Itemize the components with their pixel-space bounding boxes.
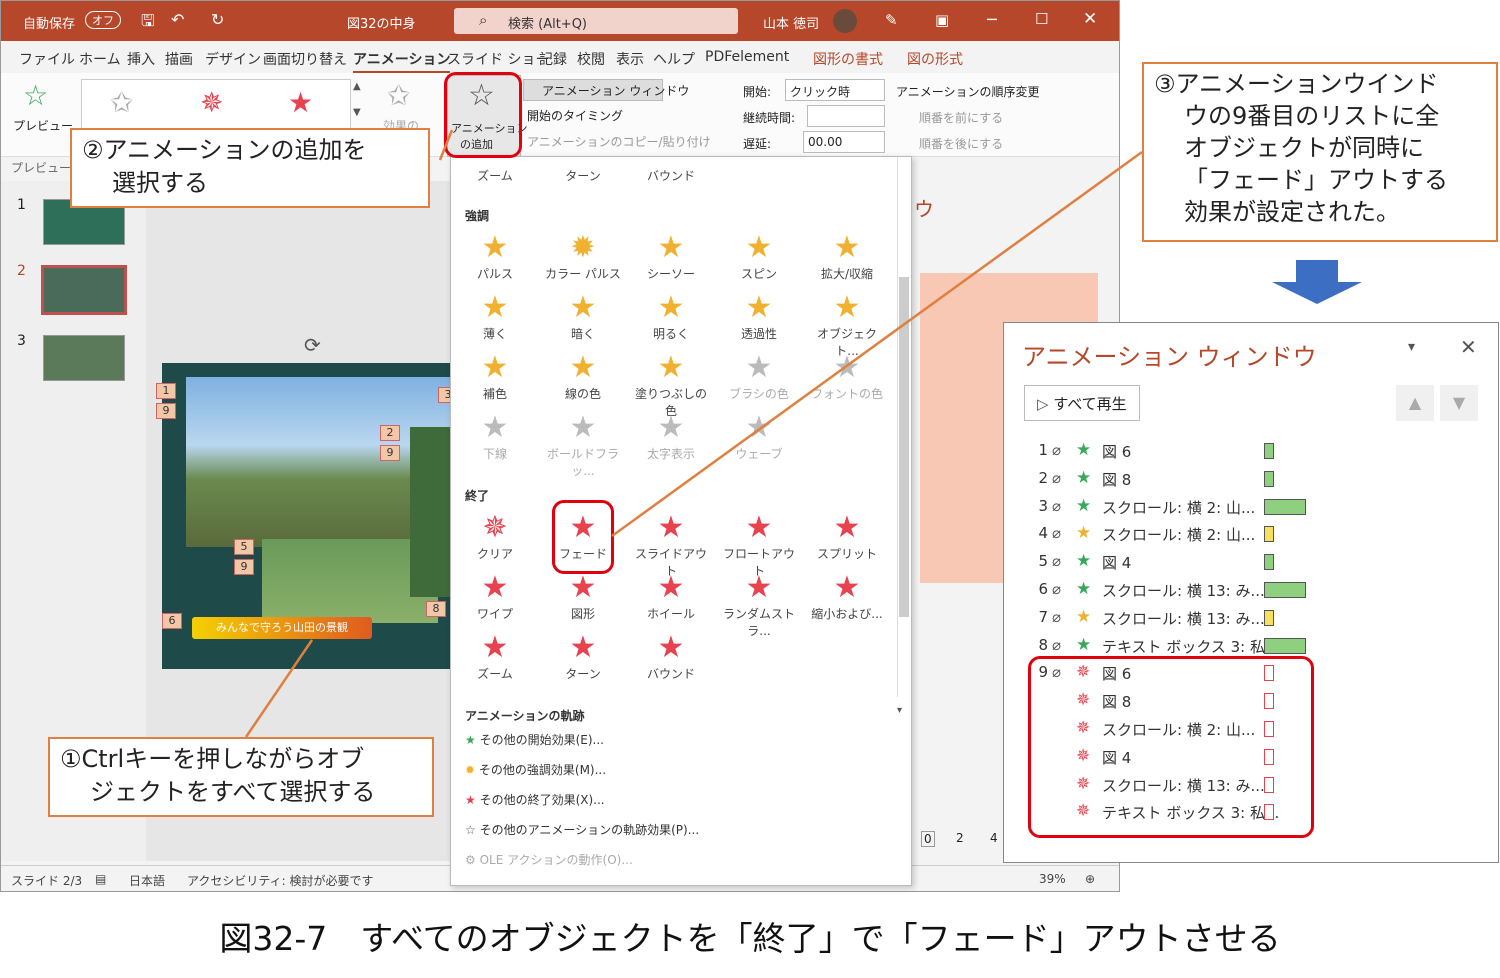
leader-line-2: [438, 129, 454, 161]
leader-line-3: [611, 150, 1143, 538]
figure-caption: 図32-7 すべてのオブジェクトを「終了」で「フェード」アウトさせる: [219, 919, 1281, 958]
leader-line-1: [244, 639, 314, 738]
down-arrow-icon: [1272, 260, 1362, 304]
leader-lines: [244, 129, 1362, 738]
